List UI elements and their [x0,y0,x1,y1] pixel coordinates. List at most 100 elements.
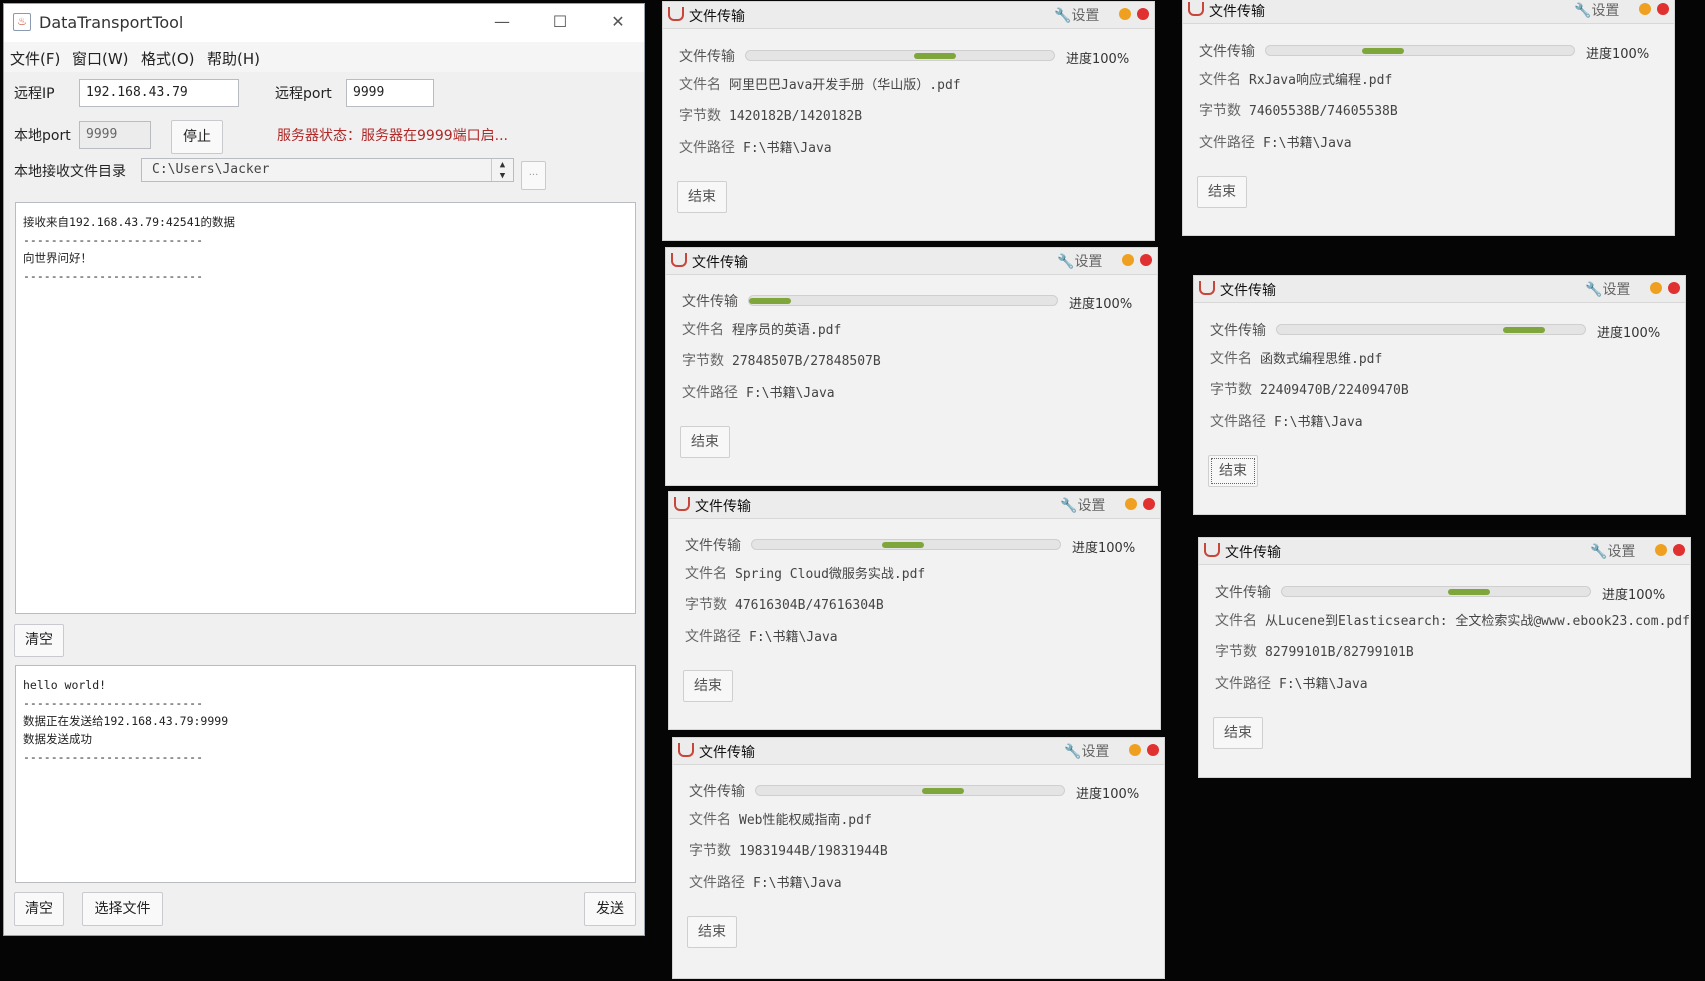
close-dot-icon[interactable] [1657,3,1669,15]
progress-text: 进度100% [1066,52,1130,67]
clear-send-button[interactable]: 清空 [14,892,64,926]
java-app-icon: ♨ [13,13,31,31]
end-button[interactable]: 结束 [683,670,733,702]
remote-port-label: 远程port [275,86,332,102]
end-button[interactable]: 结束 [677,181,727,213]
menu-window[interactable]: 窗口(W) [72,48,129,69]
panel-header: 文件传输 🔧设置 [669,492,1160,519]
progress-bar [748,295,1058,306]
menu-file[interactable]: 文件(F) [10,48,60,69]
path-label: 文件路径 [1210,414,1266,430]
maximize-button[interactable]: ☐ [546,10,574,34]
java-cup-icon [1199,281,1215,295]
bytes-label: 字节数 [689,843,731,859]
path-value: F:\书籍\Java [1279,677,1368,692]
close-dot-icon[interactable] [1143,498,1155,510]
progress-text: 进度100% [1069,297,1133,312]
progress-fill [922,788,964,794]
bytes-value: 1420182B/1420182B [729,109,863,124]
path-value: F:\书籍\Java [1274,415,1363,430]
local-port-input[interactable]: 9999 [79,121,151,149]
minimize-dot-icon[interactable] [1650,282,1662,294]
close-dot-icon[interactable] [1668,282,1680,294]
send-button[interactable]: 发送 [584,892,636,926]
title-bar: ♨ DataTransportTool — ☐ ✕ [4,4,644,42]
send-line: -------------------------- [23,696,204,710]
settings-label: 设置 [1602,282,1631,298]
panel-header: 文件传输 🔧设置 [663,2,1154,29]
path-label: 文件路径 [679,140,735,156]
send-textarea[interactable]: hello world! -------------------------- … [15,665,636,883]
panel-header: 文件传输 🔧设置 [1194,276,1685,303]
close-dot-icon[interactable] [1147,744,1159,756]
receive-textarea[interactable]: 接收来自192.168.43.79:42541的数据 -------------… [15,202,636,614]
panel-title: 文件传输 [695,499,751,515]
transfer-panel: 文件传输 🔧设置 文件传输 进度100% 文件名 阿里巴巴Java开发手册（华山版… [662,1,1155,241]
menu-bar: 文件(F) 窗口(W) 格式(O) 帮助(H) [4,42,644,72]
minimize-dot-icon[interactable] [1639,3,1651,15]
bytes-value: 22409470B/22409470B [1260,383,1409,398]
end-button[interactable]: 结束 [1197,176,1247,208]
bytes-label: 字节数 [682,353,724,369]
transfer-panel: 文件传输 🔧设置 文件传输 进度100% 文件名 程序员的英语.pdf 字节数 27… [665,247,1158,486]
chevron-updown-icon[interactable]: ▲ ▼ [491,159,513,181]
settings-button[interactable]: 🔧设置 [1585,279,1630,299]
end-button[interactable]: 结束 [687,916,737,948]
filename-label: 文件名 [1199,72,1241,88]
path-value: F:\书籍\Java [743,141,832,156]
choose-file-button[interactable]: 选择文件 [82,892,163,926]
browse-dir-button[interactable]: ... [521,161,546,190]
minimize-dot-icon[interactable] [1119,8,1131,20]
path-label: 文件路径 [1199,135,1255,151]
progress-text: 进度100% [1076,787,1140,802]
minimize-dot-icon[interactable] [1122,254,1134,266]
progress-fill [914,53,956,59]
minimize-dot-icon[interactable] [1125,498,1137,510]
clear-receive-button[interactable]: 清空 [14,624,64,657]
transfer-label: 文件传输 [1210,323,1266,339]
minimize-dot-icon[interactable] [1655,544,1667,556]
minimize-dot-icon[interactable] [1129,744,1141,756]
settings-button[interactable]: 🔧设置 [1574,0,1619,20]
bytes-value: 74605538B/74605538B [1249,104,1398,119]
main-window: ♨ DataTransportTool — ☐ ✕ 文件(F) 窗口(W) 格式… [3,3,645,936]
filename-label: 文件名 [1210,351,1252,367]
minimize-button[interactable]: — [488,10,516,34]
settings-button[interactable]: 🔧设置 [1054,5,1099,25]
receive-line: 接收来自192.168.43.79:42541的数据 [23,215,236,229]
menu-help[interactable]: 帮助(H) [207,48,260,69]
menu-format[interactable]: 格式(O) [141,48,195,69]
bytes-label: 字节数 [1210,382,1252,398]
stop-button[interactable]: 停止 [171,120,223,154]
end-button[interactable]: 结束 [680,426,730,458]
progress-text: 进度100% [1597,326,1661,341]
transfer-panel: 文件传输 🔧设置 文件传输 进度100% 文件名 RxJava响应式编程.pdf … [1182,0,1675,236]
receive-line: -------------------------- [23,269,204,283]
java-cup-icon [1188,2,1204,16]
panel-header: 文件传输 🔧设置 [1183,0,1674,24]
close-dot-icon[interactable] [1137,8,1149,20]
progress-fill [882,542,924,548]
settings-button[interactable]: 🔧设置 [1060,495,1105,515]
bytes-value: 82799101B/82799101B [1265,645,1414,660]
filename-label: 文件名 [685,566,727,582]
settings-button[interactable]: 🔧设置 [1590,541,1635,561]
close-dot-icon[interactable] [1140,254,1152,266]
remote-port-input[interactable]: 9999 [346,79,434,107]
java-cup-icon [671,253,687,267]
end-button[interactable]: 结束 [1213,717,1263,749]
transfer-panel: 文件传输 🔧设置 文件传输 进度100% 文件名 从Lucene到Elastics… [1198,537,1691,778]
progress-text: 进度100% [1586,47,1650,62]
progress-bar [755,785,1065,796]
recv-dir-select[interactable]: C:\Users\Jacker ▲ ▼ [141,158,514,182]
close-dot-icon[interactable] [1673,544,1685,556]
end-button[interactable]: 结束 [1208,455,1258,487]
filename-value: Web性能权威指南.pdf [739,813,872,828]
local-port-label: 本地port [14,128,71,144]
close-button[interactable]: ✕ [604,10,632,34]
settings-button[interactable]: 🔧设置 [1064,741,1109,761]
settings-button[interactable]: 🔧设置 [1057,251,1102,271]
panel-title: 文件传输 [692,255,748,271]
remote-ip-input[interactable]: 192.168.43.79 [79,79,239,107]
bytes-label: 字节数 [679,108,721,124]
